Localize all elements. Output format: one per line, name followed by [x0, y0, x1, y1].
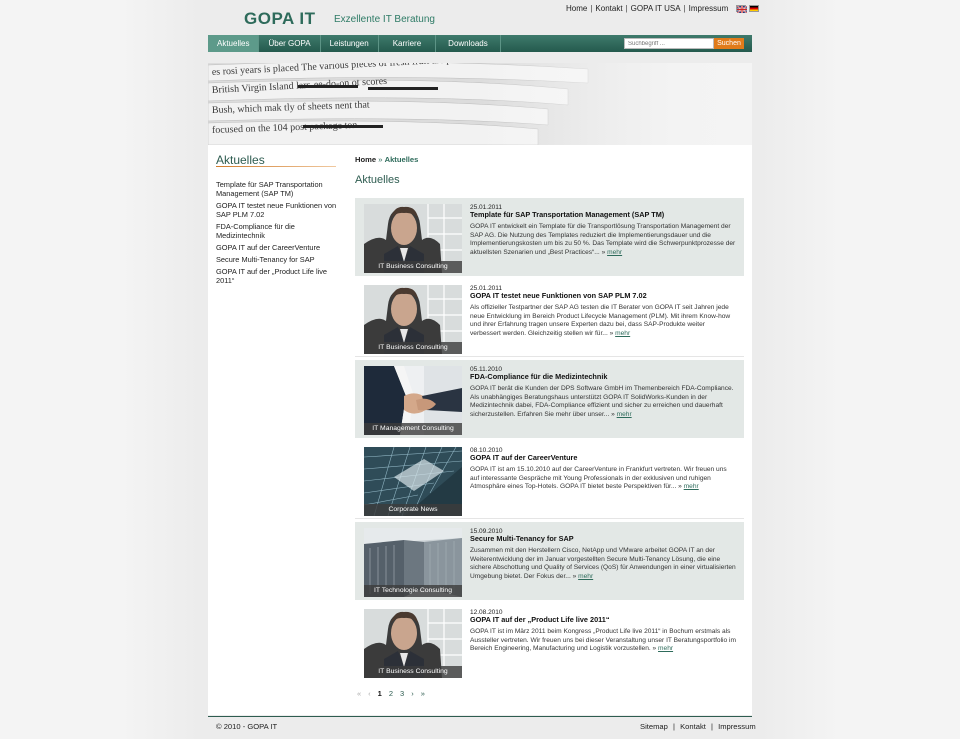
- separator: |: [710, 722, 713, 731]
- news-category: IT Management Consulting: [364, 423, 462, 435]
- sidebar-title: Aktuelles: [216, 153, 265, 167]
- news-category: IT Business Consulting: [364, 666, 462, 678]
- footer-links: Sitemap | Kontakt | Impressum: [640, 722, 756, 731]
- news-title[interactable]: GOPA IT testet neue Funktionen von SAP P…: [470, 291, 738, 300]
- top-link-impressum[interactable]: Impressum: [689, 4, 729, 13]
- sidebar-item-careerventure[interactable]: GOPA IT auf der CareerVenture: [216, 243, 341, 252]
- pager-page-1[interactable]: 1: [378, 689, 382, 698]
- search-input[interactable]: [624, 38, 714, 49]
- footer-link-impressum[interactable]: Impressum: [718, 722, 756, 731]
- nav-item-aktuelles[interactable]: Aktuelles: [208, 35, 260, 52]
- news-thumbnail[interactable]: Corporate News: [364, 447, 462, 516]
- sidebar-item-multi-tenancy[interactable]: Secure Multi-Tenancy for SAP: [216, 255, 341, 264]
- breadcrumb-home[interactable]: Home: [355, 155, 376, 164]
- breadcrumb-current: Aktuelles: [384, 155, 419, 164]
- sidebar-news-list: Template für SAP Transportation Manageme…: [216, 180, 341, 288]
- news-thumbnail[interactable]: IT Business Consulting: [364, 609, 462, 678]
- pager-first[interactable]: «: [357, 689, 361, 698]
- pager-page-2[interactable]: 2: [389, 689, 393, 698]
- more-link[interactable]: mehr: [617, 411, 632, 418]
- top-link-kontakt[interactable]: Kontakt: [595, 4, 622, 13]
- news-excerpt: GOPA IT entwickelt ein Template für die …: [470, 223, 736, 256]
- sidebar-divider: [216, 166, 336, 167]
- news-title[interactable]: FDA-Compliance für die Medizintechnik: [470, 372, 738, 381]
- footer-copyright: © 2010 - GOPA IT: [216, 722, 278, 731]
- pager-page-3[interactable]: 3: [400, 689, 404, 698]
- news-thumbnail[interactable]: IT Business Consulting: [364, 204, 462, 273]
- news-title[interactable]: GOPA IT auf der CareerVenture: [470, 453, 738, 462]
- news-item: IT Business Consulting 12.08.2010 GOPA I…: [355, 603, 744, 681]
- news-category: IT Technologie Consulting: [364, 585, 462, 597]
- news-item: IT Technologie Consulting 15.09.2010 Sec…: [355, 522, 744, 600]
- separator: |: [683, 4, 686, 13]
- separator: |: [590, 4, 593, 13]
- news-item: IT Business Consulting 25.01.2011 Templa…: [355, 198, 744, 276]
- news-title[interactable]: Template für SAP Transportation Manageme…: [470, 210, 738, 219]
- german-flag-icon[interactable]: [749, 5, 760, 12]
- nav-item-ueber-gopa[interactable]: Über GOPA: [259, 35, 321, 52]
- separator: |: [672, 722, 675, 731]
- breadcrumb-separator: »: [378, 155, 383, 164]
- page-title: Aktuelles: [355, 174, 400, 186]
- news-excerpt: Als offizieller Testpartner der SAP AG t…: [470, 304, 731, 337]
- nav-item-downloads[interactable]: Downloads: [436, 35, 501, 52]
- nav-item-karriere[interactable]: Karriere: [379, 35, 437, 52]
- news-thumbnail[interactable]: IT Management Consulting: [364, 366, 462, 435]
- footer-divider: [208, 716, 752, 717]
- news-excerpt: GOPA IT ist im März 2011 beim Kongress „…: [470, 628, 736, 653]
- search-button[interactable]: Suchen: [714, 38, 744, 49]
- news-item: IT Business Consulting 25.01.2011 GOPA I…: [355, 279, 744, 357]
- more-link[interactable]: mehr: [684, 483, 699, 490]
- footer-link-sitemap[interactable]: Sitemap: [640, 722, 668, 731]
- nav-item-leistungen[interactable]: Leistungen: [321, 35, 379, 52]
- more-link[interactable]: mehr: [615, 330, 630, 337]
- pager-last[interactable]: »: [421, 689, 425, 698]
- news-category: IT Business Consulting: [364, 342, 462, 354]
- tagline: Exzellente IT Beratung: [334, 14, 435, 25]
- news-thumbnail[interactable]: IT Technologie Consulting: [364, 528, 462, 597]
- sidebar-item-fda[interactable]: FDA-Compliance für die Medizintechnik: [216, 222, 341, 240]
- more-link[interactable]: mehr: [658, 645, 673, 652]
- separator: |: [625, 4, 628, 13]
- sidebar-item-sap-tm[interactable]: Template für SAP Transportation Manageme…: [216, 180, 341, 198]
- more-link[interactable]: mehr: [607, 249, 622, 256]
- header-banner-image: es rosi years is placed The various piec…: [208, 63, 752, 145]
- sidebar-item-sap-plm[interactable]: GOPA IT testet neue Funktionen von SAP P…: [216, 201, 341, 219]
- more-link[interactable]: mehr: [578, 573, 593, 580]
- top-link-home[interactable]: Home: [566, 4, 587, 13]
- news-excerpt: GOPA IT berät die Kunden der DPS Softwar…: [470, 385, 734, 418]
- logo[interactable]: GOPA IT: [244, 9, 316, 29]
- pager-next[interactable]: ›: [411, 689, 414, 698]
- uk-flag-icon[interactable]: [736, 5, 748, 13]
- news-item: Corporate News 08.10.2010 GOPA IT auf de…: [355, 441, 744, 519]
- news-title[interactable]: Secure Multi-Tenancy for SAP: [470, 534, 738, 543]
- news-excerpt: GOPA IT ist am 15.10.2010 auf der Career…: [470, 466, 727, 491]
- sidebar-item-product-life[interactable]: GOPA IT auf der „Product Life live 2011“: [216, 267, 341, 285]
- footer-link-kontakt[interactable]: Kontakt: [680, 722, 706, 731]
- news-category: IT Business Consulting: [364, 261, 462, 273]
- news-category: Corporate News: [364, 504, 462, 516]
- news-title[interactable]: GOPA IT auf der „Product Life live 2011“: [470, 615, 738, 624]
- pagination: « ‹ 1 2 3 › »: [357, 689, 425, 698]
- news-item: IT Management Consulting 05.11.2010 FDA-…: [355, 360, 744, 438]
- news-thumbnail[interactable]: IT Business Consulting: [364, 285, 462, 354]
- breadcrumb: Home » Aktuelles: [355, 155, 418, 164]
- top-link-usa[interactable]: GOPA IT USA: [631, 4, 681, 13]
- pager-prev[interactable]: ‹: [368, 689, 371, 698]
- top-navigation: Home | Kontakt | GOPA IT USA | Impressum: [566, 4, 760, 13]
- news-excerpt: Zusammen mit den Herstellern Cisco, NetA…: [470, 547, 736, 580]
